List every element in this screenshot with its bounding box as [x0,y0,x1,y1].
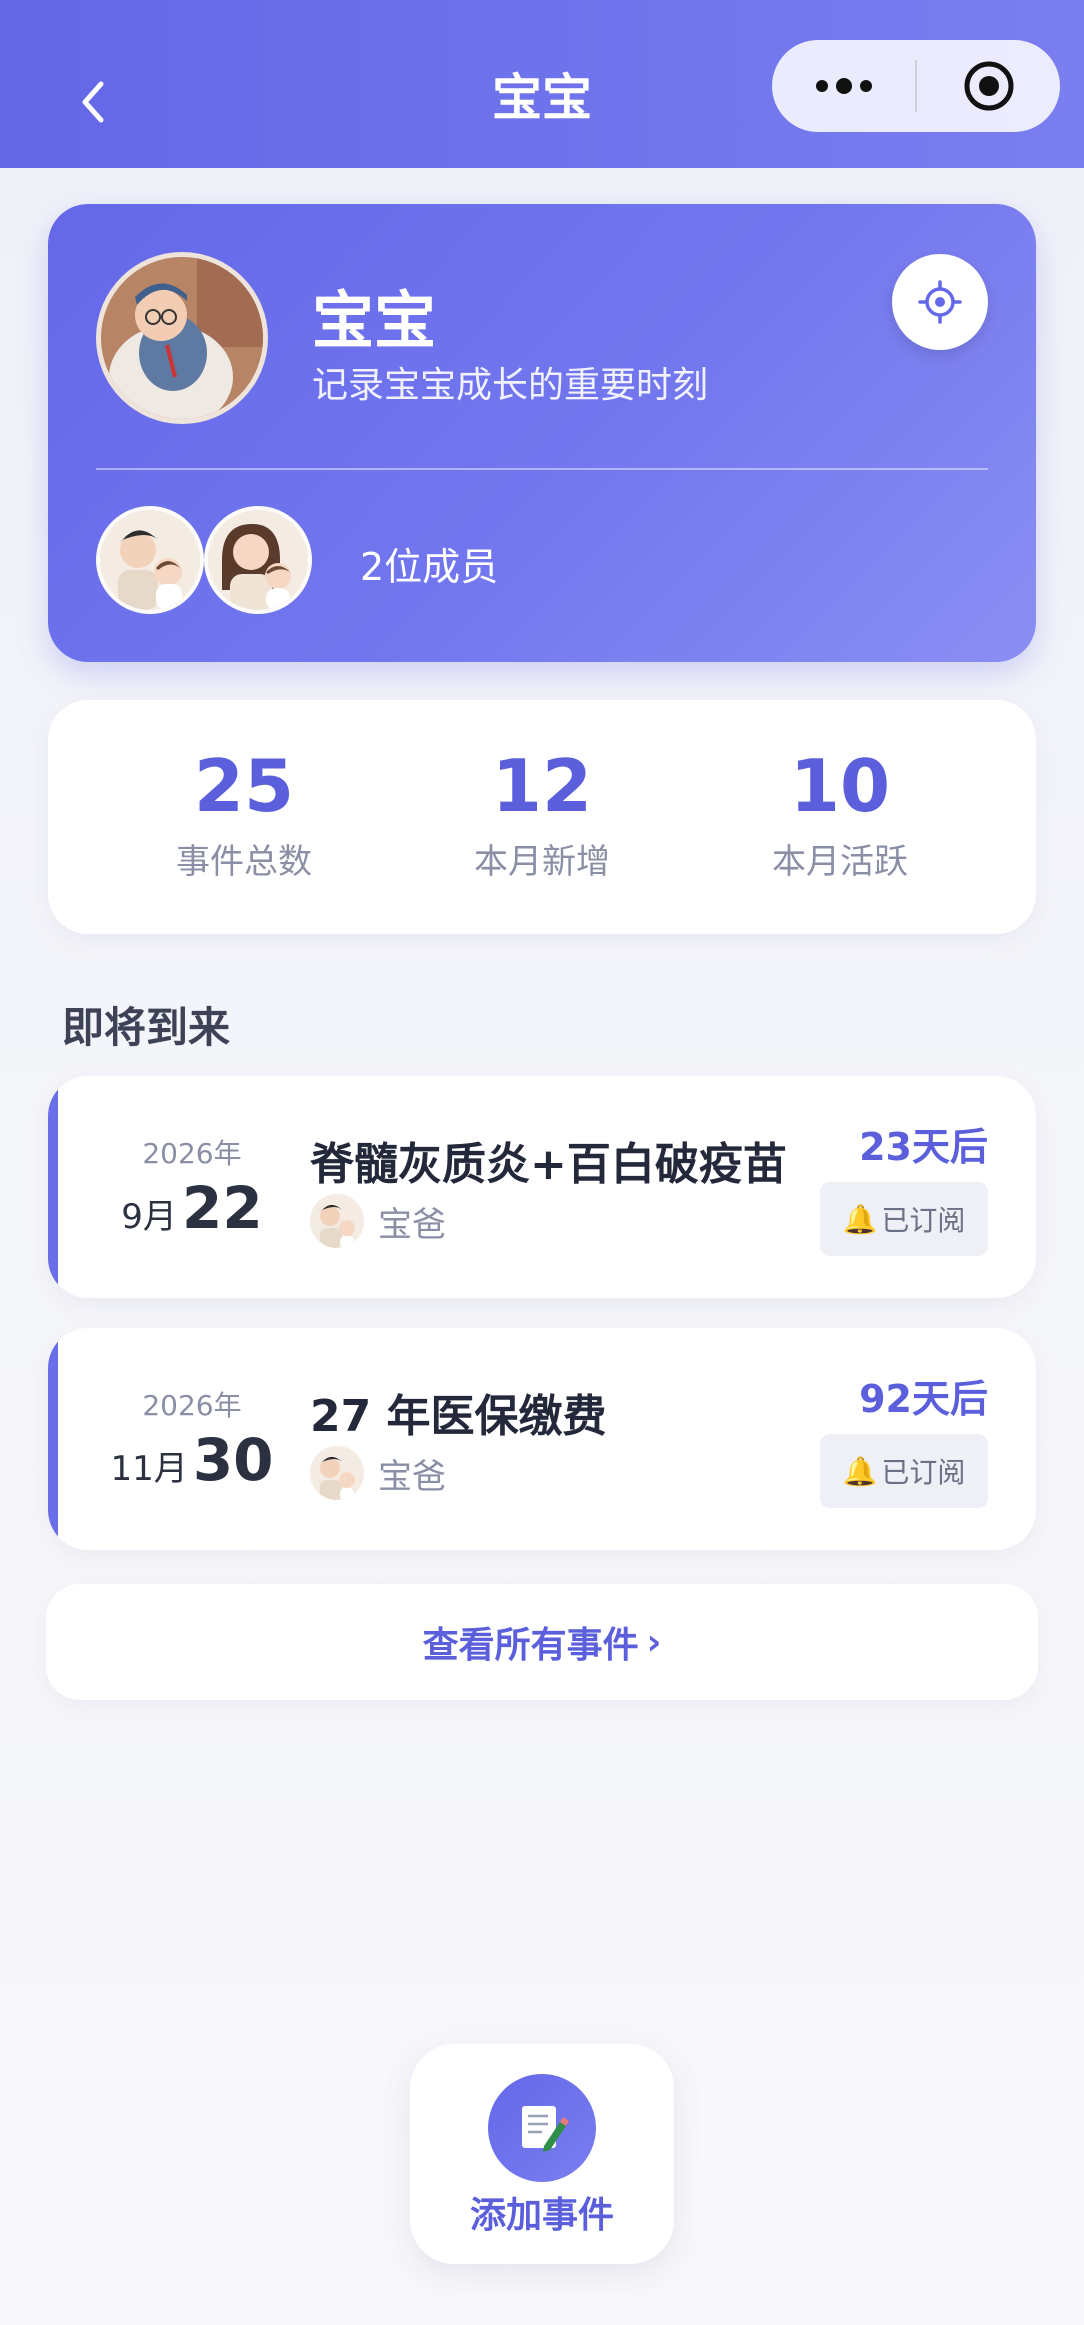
event-month: 9月 [121,1197,177,1237]
event-date: 2026年 9月 22 [92,1132,292,1242]
baby-photo [101,257,263,419]
event-month-day: 9月 22 [92,1174,292,1242]
event-owner: 宝爸 [310,1194,446,1248]
subscription-status: 已订阅 [881,1204,966,1237]
settings-gear-icon [918,280,962,324]
chevron-right-icon: › [646,1621,662,1663]
stat-label: 本月新增 [474,842,610,882]
profile-description: 记录宝宝成长的重要时刻 [312,365,709,406]
add-event-label: 添加事件 [469,2195,614,2236]
mini-program-capsule [772,40,1060,132]
more-dots-icon [815,78,872,94]
event-card[interactable]: 2026年 11月 30 27 年医保缴费 宝爸 92天后 🔔 已订阅 [48,1328,1036,1550]
event-accent-bar [48,1076,58,1298]
subscription-badge[interactable]: 🔔 已订阅 [820,1182,988,1256]
owner-avatar-illustration [310,1446,364,1500]
stat-value: 25 [193,744,295,828]
event-title: 脊髓灰质炎+百白破疫苗 [310,1139,787,1190]
stat-label: 事件总数 [176,842,312,882]
mom-avatar-illustration [208,510,308,610]
stat-new-this-month[interactable]: 12 本月新增 [392,746,692,883]
memo-pencil-icon [522,2106,569,2152]
event-day: 30 [192,1426,274,1494]
stat-value: 12 [491,744,593,828]
event-year: 2026年 [142,1137,242,1170]
profile-name: 宝宝 [312,284,437,357]
member-count[interactable]: 2位成员 [360,536,498,591]
stat-value: 10 [789,744,891,828]
event-countdown: 92天后 [859,1377,988,1421]
event-owner: 宝爸 [310,1446,446,1500]
stat-total-events[interactable]: 25 事件总数 [94,746,394,883]
settings-button[interactable] [892,254,988,350]
view-all-events-button[interactable]: 查看所有事件 › [46,1584,1038,1700]
stats-card: 25 事件总数 12 本月新增 10 本月活跃 [48,700,1036,934]
baby-avatar[interactable] [96,252,268,424]
profile-card: 宝宝 记录宝宝成长的重要时刻 2位成员 [48,204,1036,662]
upcoming-section-title: 即将到来 [62,1003,231,1052]
event-month-day: 11月 30 [92,1426,292,1494]
stat-active-this-month[interactable]: 10 本月活跃 [690,746,990,883]
dad-avatar-illustration [100,510,200,610]
owner-avatar-illustration [310,1194,364,1248]
top-navigation-bar: 宝宝 [0,0,1084,168]
member-avatar-mom[interactable] [204,506,312,614]
owner-avatar [310,1194,364,1248]
target-icon [964,61,1013,111]
event-title: 27 年医保缴费 [310,1391,607,1442]
event-accent-bar [48,1328,58,1550]
subscription-status: 已订阅 [881,1456,966,1489]
owner-name: 宝爸 [378,1456,446,1497]
profile-divider [96,468,988,470]
stat-label: 本月活跃 [772,842,908,882]
owner-name: 宝爸 [378,1204,446,1245]
event-month: 11月 [110,1449,188,1489]
member-avatar-dad[interactable] [96,506,204,614]
owner-avatar [310,1446,364,1500]
subscription-badge[interactable]: 🔔 已订阅 [820,1434,988,1508]
bell-icon: 🔔 [842,1202,878,1236]
view-all-label: 查看所有事件 [422,1625,639,1666]
bell-icon: 🔔 [842,1454,878,1488]
event-date: 2026年 11月 30 [92,1384,292,1494]
event-year: 2026年 [142,1389,242,1422]
add-event-button[interactable]: 添加事件 [410,2044,674,2264]
add-event-icon-circle [488,2074,596,2182]
event-card[interactable]: 2026年 9月 22 脊髓灰质炎+百白破疫苗 宝爸 23天后 🔔 已订阅 [48,1076,1036,1298]
event-day: 22 [182,1174,263,1242]
more-button[interactable] [772,40,915,132]
close-mini-program-button[interactable] [917,40,1060,132]
event-countdown: 23天后 [859,1125,988,1169]
